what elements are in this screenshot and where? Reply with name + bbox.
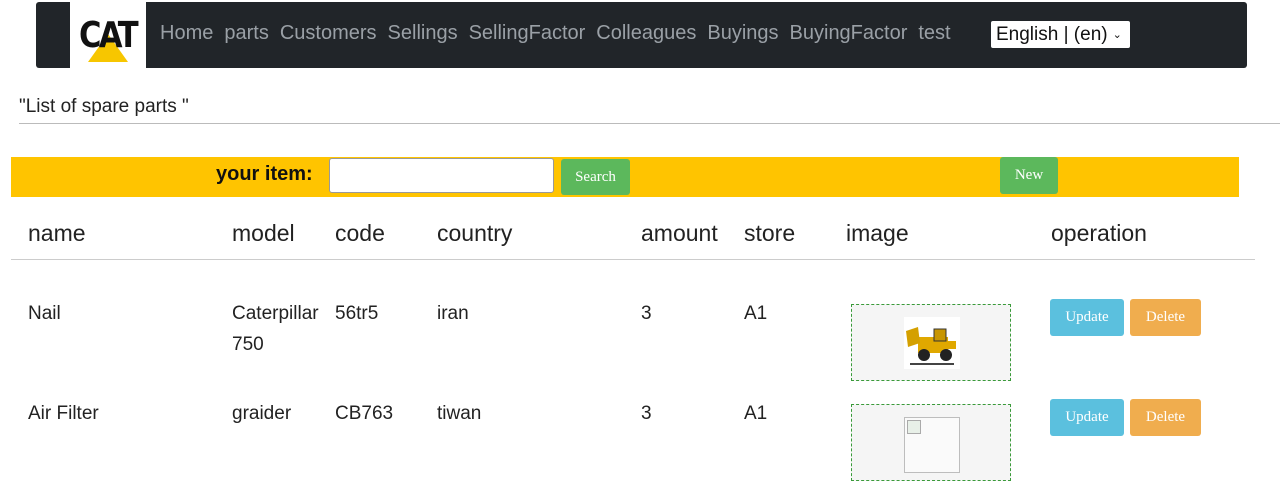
cell-code: 56tr5 [335, 303, 379, 324]
chevron-down-icon: ⌄ [1112, 29, 1122, 41]
cell-code: CB763 [335, 403, 394, 424]
logo-text: CAT [79, 14, 139, 56]
nav-link-home[interactable]: Home [160, 22, 213, 45]
cell-country: tiwan [437, 403, 482, 424]
cell-amount: 3 [641, 303, 652, 324]
delete-button[interactable]: Delete [1130, 399, 1201, 436]
language-select[interactable]: English | (en) ⌄ [991, 21, 1130, 48]
cell-store: A1 [744, 303, 768, 324]
nav-links: Home parts Customers Sellings SellingFac… [160, 22, 962, 45]
cell-model: graider [232, 398, 291, 429]
update-button[interactable]: Update [1050, 399, 1124, 436]
broken-image-icon [907, 420, 921, 434]
image-cell [851, 304, 1011, 381]
update-button[interactable]: Update [1050, 299, 1124, 336]
cell-store: A1 [744, 403, 768, 424]
cell-model-line1: Caterpillar [232, 303, 319, 324]
column-header-model: model [232, 220, 295, 246]
loader-thumbnail [904, 317, 960, 369]
column-header-amount: amount [641, 220, 718, 246]
cell-model-line2: 750 [232, 334, 264, 355]
page-title: "List of spare parts " [19, 96, 189, 117]
search-button[interactable]: Search [561, 159, 630, 195]
cell-name: Air Filter [28, 403, 99, 424]
nav-link-buyingfactor[interactable]: BuyingFactor [790, 22, 908, 45]
broken-image [904, 417, 960, 473]
nav-link-test[interactable]: test [918, 22, 950, 45]
nav-link-sellingfactor[interactable]: SellingFactor [469, 22, 586, 45]
column-header-name: name [28, 220, 86, 246]
cell-name: Nail [28, 303, 61, 324]
column-header-store: store [744, 220, 796, 246]
column-header-code: code [335, 220, 385, 246]
column-header-country: country [437, 220, 513, 246]
language-select-value: English | (en) [996, 23, 1108, 45]
new-button[interactable]: New [1000, 157, 1058, 194]
nav-link-sellings[interactable]: Sellings [388, 22, 458, 45]
search-label: your item: [216, 163, 313, 185]
cell-model-line1: graider [232, 403, 292, 424]
cat-logo[interactable]: CAT [70, 2, 146, 68]
search-bar: your item: Search New [11, 157, 1239, 197]
nav-link-parts[interactable]: parts [224, 22, 268, 45]
column-header-operation: operation [1051, 220, 1147, 246]
column-header-image: image [846, 220, 909, 246]
nav-link-customers[interactable]: Customers [280, 22, 377, 45]
delete-button[interactable]: Delete [1130, 299, 1201, 336]
nav-link-buyings[interactable]: Buyings [707, 22, 778, 45]
top-navbar: CAT Home parts Customers Sellings Sellin… [36, 2, 1247, 68]
search-input[interactable] [329, 158, 554, 193]
cell-country: iran [437, 303, 469, 324]
nav-link-colleagues[interactable]: Colleagues [596, 22, 696, 45]
title-divider [19, 123, 1280, 124]
cell-model: Caterpillar 750 [232, 298, 319, 360]
header-divider [11, 259, 1255, 260]
cell-amount: 3 [641, 403, 652, 424]
image-cell [851, 404, 1011, 481]
